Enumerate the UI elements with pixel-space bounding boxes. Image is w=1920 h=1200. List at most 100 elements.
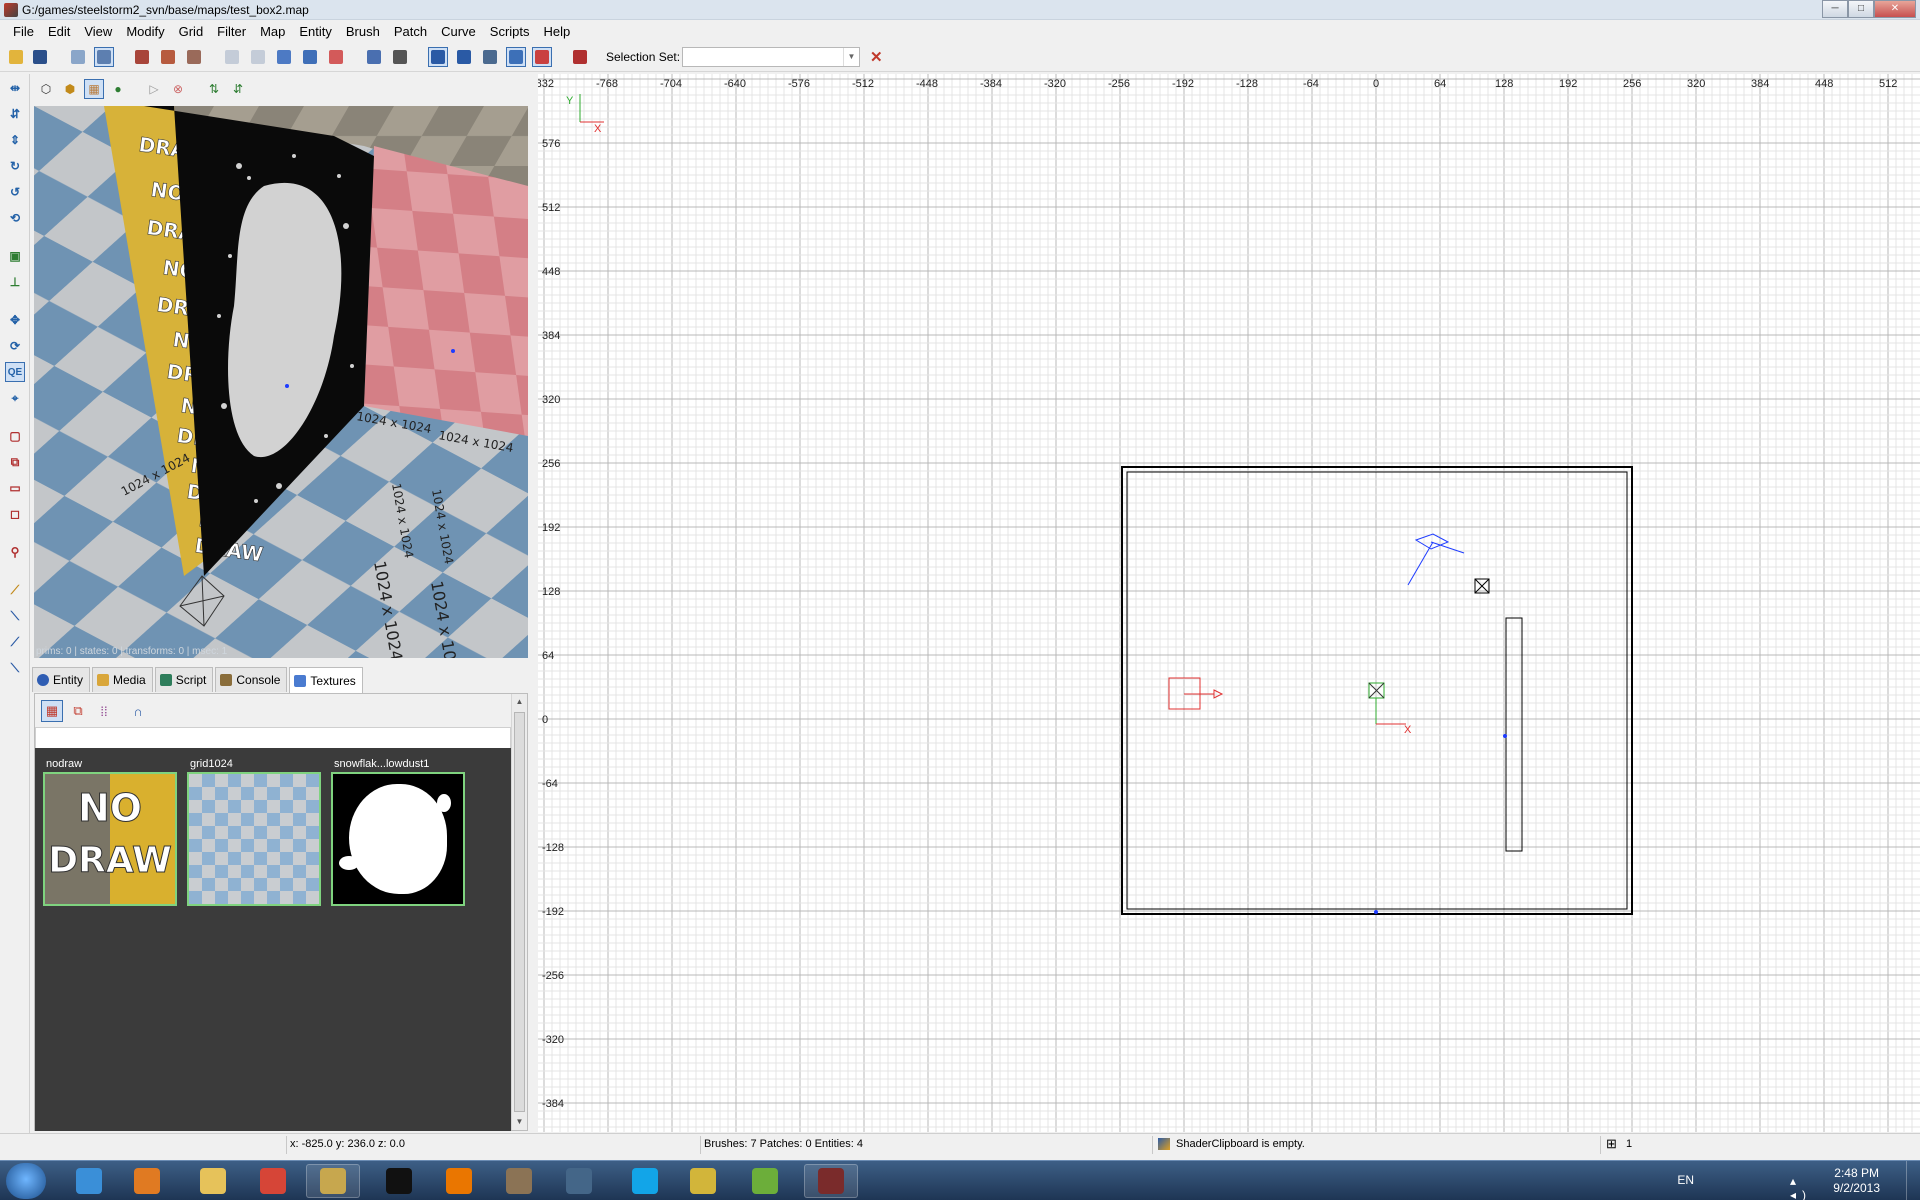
lighting-icon[interactable]: ● bbox=[108, 79, 128, 99]
grid-view-icon[interactable]: ⁞⁞ bbox=[93, 700, 115, 722]
save-icon[interactable] bbox=[30, 47, 50, 67]
menu-patch[interactable]: Patch bbox=[387, 24, 434, 39]
csg-subtract-icon[interactable] bbox=[222, 47, 242, 67]
menu-view[interactable]: View bbox=[77, 24, 119, 39]
menu-modify[interactable]: Modify bbox=[119, 24, 171, 39]
patch-tool-4-icon[interactable]: ⟍ bbox=[5, 658, 25, 678]
close-button[interactable]: ✕ bbox=[1874, 0, 1916, 18]
taskbar-app[interactable] bbox=[306, 1164, 360, 1198]
show-desktop-button[interactable] bbox=[1906, 1161, 1920, 1200]
view-all-icon[interactable]: ▦ bbox=[41, 700, 63, 722]
taskbar-app[interactable] bbox=[186, 1164, 240, 1198]
hollow-icon[interactable] bbox=[274, 47, 294, 67]
menu-map[interactable]: Map bbox=[253, 24, 292, 39]
scroll-down-icon[interactable]: ▼ bbox=[512, 1114, 527, 1130]
view-in-use-icon[interactable]: ⧉ bbox=[67, 700, 89, 722]
clock[interactable]: 2:48 PM 9/2/2013 bbox=[1833, 1166, 1880, 1196]
menu-entity[interactable]: Entity bbox=[292, 24, 339, 39]
menu-file[interactable]: File bbox=[6, 24, 41, 39]
player-start-entity[interactable] bbox=[1168, 677, 1224, 710]
start-button[interactable] bbox=[6, 1163, 46, 1199]
taskbar-app[interactable] bbox=[492, 1164, 546, 1198]
hollow-tool-icon[interactable]: ▭ bbox=[5, 478, 25, 498]
clone-icon[interactable]: ⧉ bbox=[5, 452, 25, 472]
flat-shade-icon[interactable]: ⬢ bbox=[60, 79, 80, 99]
headphones-icon[interactable]: ∩ bbox=[127, 700, 149, 722]
stop-icon[interactable]: ⊗ bbox=[168, 79, 188, 99]
brush-icon[interactable]: ▢ bbox=[5, 426, 25, 446]
csg-make-room-icon[interactable] bbox=[326, 47, 346, 67]
scroll-thumb[interactable] bbox=[514, 712, 525, 1112]
rotate-free-icon[interactable]: ⟳ bbox=[5, 336, 25, 356]
texture-filter-input[interactable] bbox=[35, 727, 511, 749]
taskbar-app[interactable] bbox=[246, 1164, 300, 1198]
select-complete-icon[interactable] bbox=[132, 47, 152, 67]
camera-view[interactable]: DRAW NO DRAW NO DRAW NO DRAW NO DRAW NO … bbox=[34, 106, 528, 658]
csg-merge-icon[interactable] bbox=[248, 47, 268, 67]
patch-tool-3-icon[interactable]: ⟋ bbox=[5, 632, 25, 652]
scale-mode-icon[interactable] bbox=[480, 47, 500, 67]
menu-brush[interactable]: Brush bbox=[339, 24, 387, 39]
menu-edit[interactable]: Edit bbox=[41, 24, 77, 39]
tab-entity[interactable]: Entity bbox=[32, 667, 91, 692]
flip-x-icon[interactable]: ⇹ bbox=[5, 78, 25, 98]
select-touching-icon[interactable] bbox=[184, 47, 204, 67]
vertex-edit-icon[interactable]: ⌖ bbox=[5, 388, 25, 408]
patch-tool-2-icon[interactable]: ⟍ bbox=[5, 606, 25, 626]
change-view-icon[interactable] bbox=[364, 47, 384, 67]
maximize-button[interactable]: □ bbox=[1848, 0, 1874, 18]
select-complete-tall-icon[interactable]: ▣ bbox=[5, 246, 25, 266]
menu-scripts[interactable]: Scripts bbox=[483, 24, 537, 39]
menu-help[interactable]: Help bbox=[537, 24, 578, 39]
taskbar-app[interactable] bbox=[552, 1164, 606, 1198]
origin-entity[interactable]: X bbox=[1368, 682, 1412, 736]
rotate-icon[interactable] bbox=[94, 47, 114, 67]
play-icon[interactable]: ▷ bbox=[144, 79, 164, 99]
open-icon[interactable] bbox=[6, 47, 26, 67]
room-icon[interactable]: ◻ bbox=[5, 504, 25, 524]
far-clip-in-icon[interactable]: ⇅ bbox=[204, 79, 224, 99]
rotate-z-icon[interactable]: ⟲ bbox=[5, 208, 25, 228]
taskbar-app[interactable] bbox=[676, 1164, 730, 1198]
scroll-up-icon[interactable]: ▲ bbox=[512, 694, 527, 710]
clip-mode-icon[interactable] bbox=[532, 47, 552, 67]
grid-view[interactable]: -832-768-704-640-576-512-448-384-320-256… bbox=[538, 74, 1920, 1132]
drop-to-floor-icon[interactable]: ⊥ bbox=[5, 272, 25, 292]
selection-set-input[interactable]: ▼ bbox=[682, 47, 860, 67]
texture-item-snowflake[interactable]: snowflak...lowdust1 bbox=[331, 758, 467, 906]
rotate-x-icon[interactable]: ↻ bbox=[5, 156, 25, 176]
wireframe-icon[interactable]: ⬡ bbox=[36, 79, 56, 99]
texture-item-nodraw[interactable]: nodraw NO DRAW bbox=[43, 758, 179, 906]
texture-item-grid1024[interactable]: grid1024 bbox=[187, 758, 323, 906]
taskbar-app[interactable] bbox=[804, 1164, 858, 1198]
clear-selection-set-icon[interactable]: ✕ bbox=[870, 48, 883, 66]
menu-grid[interactable]: Grid bbox=[172, 24, 211, 39]
language-indicator[interactable]: EN bbox=[1677, 1173, 1694, 1187]
select-inside-icon[interactable] bbox=[158, 47, 178, 67]
flip-y-icon[interactable]: ⇵ bbox=[5, 104, 25, 124]
flip-x-icon[interactable] bbox=[68, 47, 88, 67]
menu-filter[interactable]: Filter bbox=[210, 24, 253, 39]
tab-media[interactable]: Media bbox=[92, 667, 153, 692]
texture-lock-icon[interactable] bbox=[390, 47, 410, 67]
clipper-icon[interactable] bbox=[300, 47, 320, 67]
entity-list-icon[interactable] bbox=[570, 47, 590, 67]
dropper-icon[interactable]: ⚲ bbox=[5, 542, 25, 562]
tab-console[interactable]: Console bbox=[215, 667, 288, 692]
chevron-down-icon[interactable]: ▼ bbox=[843, 48, 859, 66]
patch-tool-1-icon[interactable]: ⟋ bbox=[5, 580, 25, 600]
translate-mode-icon[interactable] bbox=[428, 47, 448, 67]
taskbar-app[interactable] bbox=[62, 1164, 116, 1198]
qe-tool-icon[interactable]: QE bbox=[5, 362, 25, 382]
translate-icon[interactable]: ✥ bbox=[5, 310, 25, 330]
taskbar-app[interactable] bbox=[432, 1164, 486, 1198]
rotate-mode-icon[interactable] bbox=[454, 47, 474, 67]
tab-textures[interactable]: Textures bbox=[289, 667, 363, 693]
flip-z-icon[interactable]: ⇕ bbox=[5, 130, 25, 150]
tab-script[interactable]: Script bbox=[154, 667, 214, 692]
far-clip-out-icon[interactable]: ⇵ bbox=[228, 79, 248, 99]
rotate-y-icon[interactable]: ↺ bbox=[5, 182, 25, 202]
taskbar-app[interactable] bbox=[120, 1164, 174, 1198]
minimize-button[interactable]: ─ bbox=[1822, 0, 1848, 18]
taskbar-app[interactable] bbox=[618, 1164, 672, 1198]
